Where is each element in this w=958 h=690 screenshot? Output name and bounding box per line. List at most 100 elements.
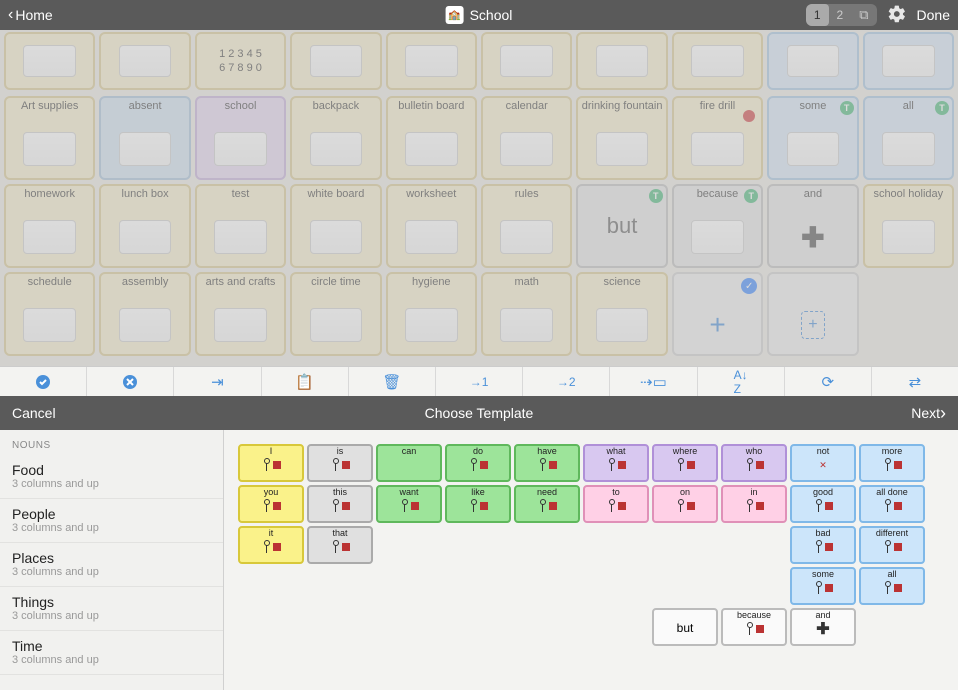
page-switcher[interactable]: 1 2 ⧉ [806,4,877,26]
template-cell-I[interactable]: I [238,444,304,482]
template-cell-to[interactable]: to [583,485,649,523]
grid-card-27[interactable]: +✓ [672,272,763,356]
sort-button[interactable]: A↓Z [698,367,785,396]
grid-card-and[interactable]: and✚ [767,184,858,268]
template-cell-all-done[interactable]: all done [859,485,925,523]
template-cell-need[interactable]: need [514,485,580,523]
template-cell-like[interactable]: like [445,485,511,523]
grid-card-schedule[interactable]: schedule [4,272,95,356]
grid-card-school-holiday[interactable]: school holiday [863,184,954,268]
template-cell-not[interactable]: not✕ [790,444,856,482]
template-cell-different[interactable]: different [859,526,925,564]
template-cell-but[interactable]: but [652,608,718,646]
cancel-button[interactable]: Cancel [12,405,56,421]
template-cell-bad[interactable]: bad [790,526,856,564]
grid-card-white-board[interactable]: white board [290,184,381,268]
template-cell-is[interactable]: is [307,444,373,482]
page-1[interactable]: 1 [806,4,829,26]
sidebar-item-people[interactable]: People3 columns and up [0,499,223,543]
template-cell-want[interactable]: want [376,485,442,523]
template-cell-you[interactable]: you [238,485,304,523]
template-cell-because[interactable]: because [721,608,787,646]
archive-icon[interactable]: ⧉ [851,4,876,26]
sidebar-item-time[interactable]: Time3 columns and up [0,631,223,675]
grid-card-calendar[interactable]: calendar [481,96,572,180]
template-cell-on[interactable]: on [652,485,718,523]
plus-1-button[interactable]: →1 [436,367,523,396]
grid-card-assembly[interactable]: assembly [99,272,190,356]
grid-card-but[interactable]: butT [576,184,667,268]
grid-card-lunch-box[interactable]: lunch box [99,184,190,268]
swap-button[interactable]: ⇄ [872,367,958,396]
top-card-3[interactable] [290,32,381,90]
grid-card-all[interactable]: allT [863,96,954,180]
grid-card-science[interactable]: science [576,272,667,356]
grid-card-homework[interactable]: homework [4,184,95,268]
template-cell-who[interactable]: who [721,444,787,482]
template-cell-it[interactable]: it [238,526,304,564]
top-card-5[interactable] [481,32,572,90]
top-card-9[interactable] [863,32,954,90]
top-card-8[interactable] [767,32,858,90]
top-card-1[interactable] [99,32,190,90]
top-card-7[interactable] [672,32,763,90]
template-cell-more[interactable]: more [859,444,925,482]
select-all-button[interactable] [0,367,87,396]
sidebar-item-food[interactable]: Food3 columns and up [0,455,223,499]
sidebar-item-places[interactable]: Places3 columns and up [0,543,223,587]
template-preview[interactable]: Iis can dohavewhatwherewhonot✕more youthisw… [224,430,958,690]
school-icon: 🏫 [446,6,464,24]
template-cell-this[interactable]: this [307,485,373,523]
paste-button[interactable]: 📋 [262,367,349,396]
grid-card-worksheet[interactable]: worksheet [386,184,477,268]
template-cell-can[interactable]: can [376,444,442,482]
template-cell-that[interactable]: that [307,526,373,564]
open-folder-button[interactable]: ⇢▭ [610,367,697,396]
grid-card-28[interactable]: + [767,272,858,356]
top-card-4[interactable] [386,32,477,90]
grid-card-because[interactable]: becauseT [672,184,763,268]
plus-2-button[interactable]: →2 [523,367,610,396]
template-cell-and[interactable]: and✚ [790,608,856,646]
home-button[interactable]: ‹ Home [8,6,53,24]
template-cell-do[interactable]: do [445,444,511,482]
top-card-6[interactable] [576,32,667,90]
template-cell-some[interactable]: some [790,567,856,605]
badge-t-icon: T [840,101,854,115]
template-cell-what[interactable]: what [583,444,649,482]
template-cell-label: can [402,447,417,456]
template-cell-in[interactable]: in [721,485,787,523]
grid-card-absent[interactable]: absent [99,96,190,180]
template-cell-where[interactable]: where [652,444,718,482]
grid-card-backpack[interactable]: backpack [290,96,381,180]
grid-card-circle-time[interactable]: circle time [290,272,381,356]
grid-card-test[interactable]: test [195,184,286,268]
grid-card-arts-and-crafts[interactable]: arts and crafts [195,272,286,356]
add-page-icon: + [801,311,824,339]
top-card-2[interactable]: 1 2 3 4 5 6 7 8 9 0 [195,32,286,90]
import-button[interactable]: ⇥ [174,367,261,396]
template-cell-all[interactable]: all [859,567,925,605]
template-cell-have[interactable]: have [514,444,580,482]
card-label: science [603,274,640,296]
refresh-button[interactable]: ⟳ [785,367,872,396]
template-cell-good[interactable]: good [790,485,856,523]
trash-button[interactable]: 🗑 [349,367,436,396]
grid-card-bulletin-board[interactable]: bulletin board [386,96,477,180]
top-card-0[interactable] [4,32,95,90]
grid-card-fire-drill[interactable]: fire drill [672,96,763,180]
grid-card-drinking-fountain[interactable]: drinking fountain [576,96,667,180]
sidebar-item-things[interactable]: Things3 columns and up [0,587,223,631]
gear-icon[interactable] [887,4,907,27]
done-button[interactable]: Done [917,7,950,23]
template-cell-label: need [537,488,557,497]
grid-card-hygiene[interactable]: hygiene [386,272,477,356]
grid-card-art-supplies[interactable]: Art supplies [4,96,95,180]
grid-card-school[interactable]: school [195,96,286,180]
page-2[interactable]: 2 [829,4,852,26]
next-button[interactable]: Next › [911,403,946,424]
grid-card-math[interactable]: math [481,272,572,356]
deselect-button[interactable] [87,367,174,396]
grid-card-rules[interactable]: rules [481,184,572,268]
grid-card-some[interactable]: someT [767,96,858,180]
